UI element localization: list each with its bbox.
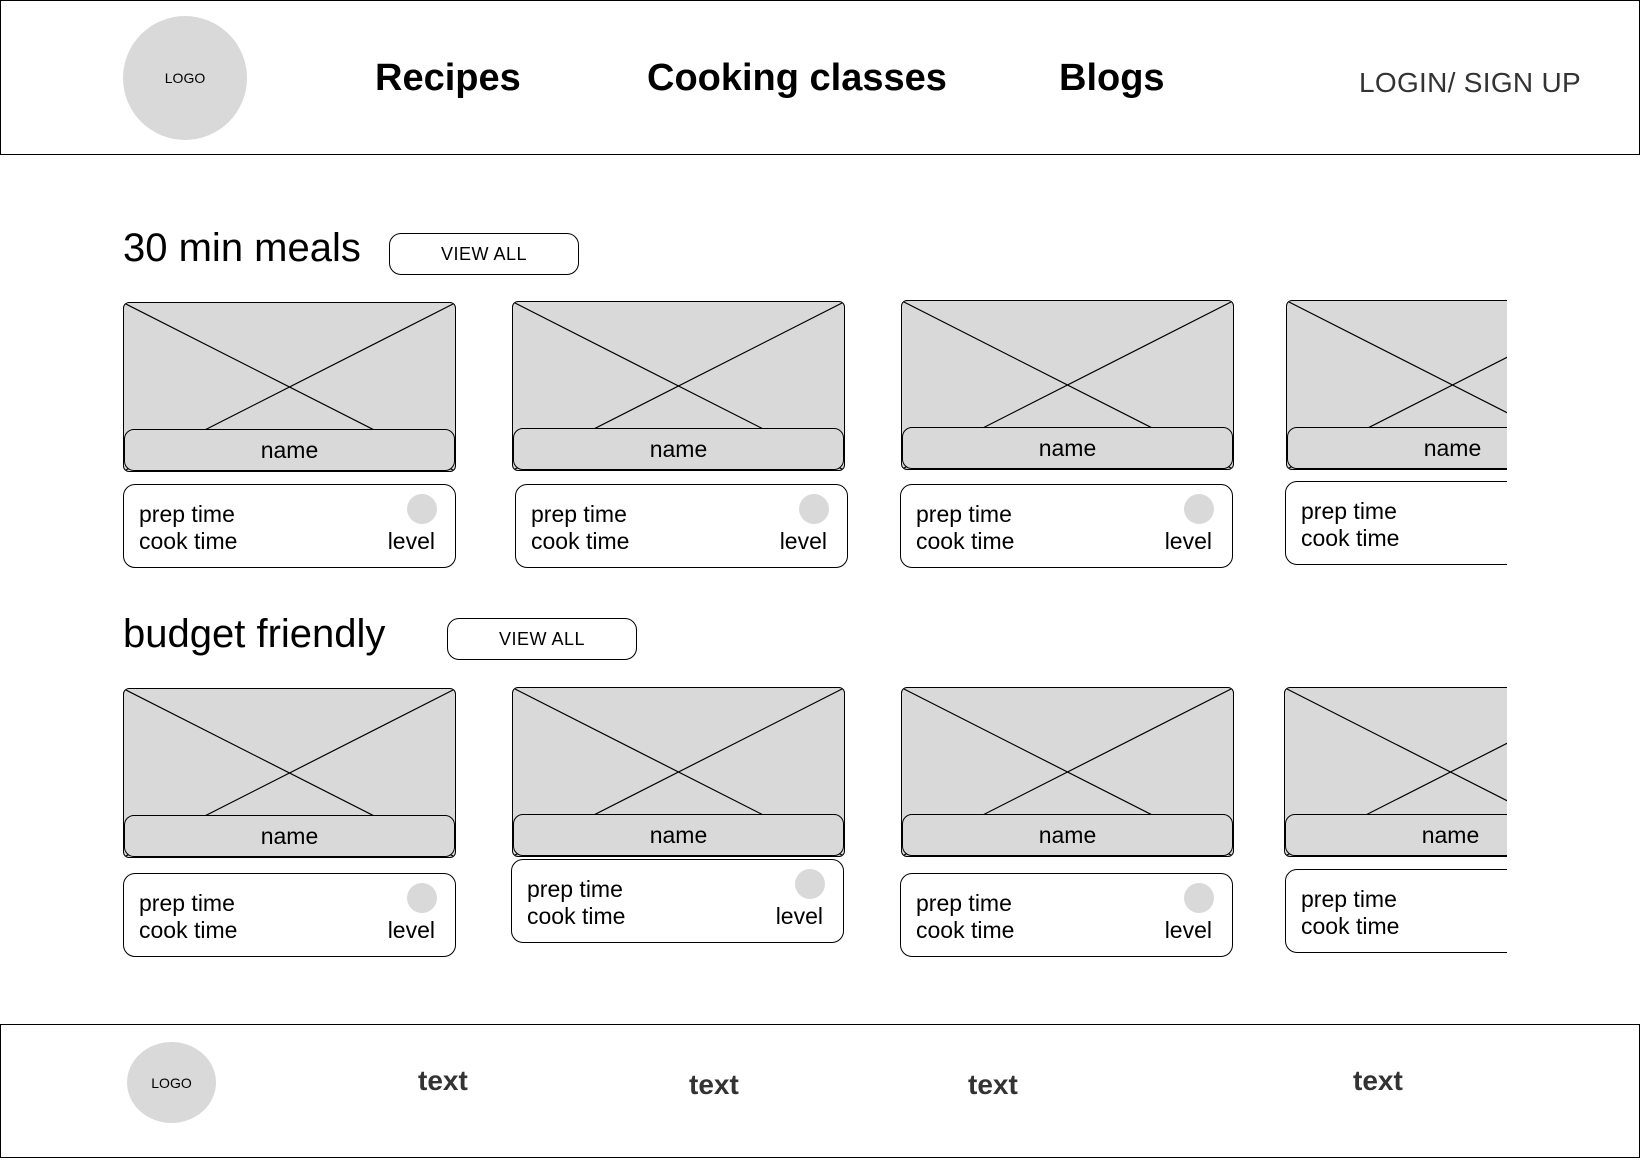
recipe-info[interactable]: prep time cook time level [515,484,848,568]
prep-time: prep time [1301,498,1397,524]
level-indicator-icon [407,883,437,913]
recipe-card-image[interactable]: name [901,687,1234,857]
footer-link[interactable]: text [1353,1065,1403,1097]
recipe-info[interactable]: prep time cook time level [511,859,844,943]
site-header: LOGO Recipes Cooking classes Blogs LOGIN… [0,0,1640,155]
prep-time: prep time [527,876,623,902]
level: level [775,903,823,929]
recipe-name: name [1285,814,1507,856]
level-indicator-icon [795,869,825,899]
recipe-card-image[interactable]: name [901,300,1234,470]
recipe-name: name [902,427,1233,469]
cook-time: cook time [531,528,630,554]
cook-time: cook time [1301,913,1400,939]
cook-time: cook time [916,528,1015,554]
recipe-info[interactable]: prep time cook time level [1285,481,1507,565]
footer-logo-text: LOGO [151,1074,192,1091]
footer-link[interactable]: text [418,1065,468,1097]
recipe-info[interactable]: prep time cook time level [123,873,456,957]
prep-time: prep time [1301,886,1397,912]
cook-time: cook time [139,917,238,943]
cook-time: cook time [139,528,238,554]
recipe-name: name [1287,427,1507,469]
prep-time: prep time [916,501,1012,527]
logo-text: LOGO [164,70,206,86]
level: level [387,917,435,943]
cook-time: cook time [916,917,1015,943]
level: level [1164,917,1212,943]
level: level [779,528,827,554]
recipe-card-image[interactable]: name [1286,300,1507,470]
level-indicator-icon [1184,883,1214,913]
nav-blogs[interactable]: Blogs [1059,57,1165,100]
prep-time: prep time [139,501,235,527]
level: level [1164,528,1212,554]
recipe-name: name [124,815,455,857]
recipe-name: name [513,428,844,470]
level-indicator-icon [1184,494,1214,524]
recipe-carousels: name prep time cook time level name prep… [0,155,1507,1025]
recipe-name: name [902,814,1233,856]
recipe-card-image[interactable]: name [512,301,845,471]
cook-time: cook time [527,903,626,929]
recipe-card-image[interactable]: name [1284,687,1507,857]
recipe-card-image[interactable]: name [123,688,456,858]
nav-cooking-classes[interactable]: Cooking classes [647,57,947,100]
level-indicator-icon [407,494,437,524]
recipe-info[interactable]: prep time cook time level [1285,869,1507,953]
nav-recipes[interactable]: Recipes [375,57,521,100]
recipe-info[interactable]: prep time cook time level [900,484,1233,568]
level: level [387,528,435,554]
footer-link[interactable]: text [968,1069,1018,1101]
recipe-card-image[interactable]: name [123,302,456,472]
login-signup-link[interactable]: LOGIN/ SIGN UP [1359,67,1581,99]
level-indicator-icon [799,494,829,524]
site-footer: LOGO text text text text [0,1024,1640,1158]
recipe-name: name [513,814,844,856]
footer-logo[interactable]: LOGO [127,1042,216,1123]
prep-time: prep time [916,890,1012,916]
cook-time: cook time [1301,525,1400,551]
prep-time: prep time [531,501,627,527]
recipe-info[interactable]: prep time cook time level [123,484,456,568]
recipe-info[interactable]: prep time cook time level [900,873,1233,957]
prep-time: prep time [139,890,235,916]
recipe-name: name [124,429,455,471]
logo[interactable]: LOGO [123,16,247,140]
recipe-card-image[interactable]: name [512,687,845,857]
footer-link[interactable]: text [689,1069,739,1101]
